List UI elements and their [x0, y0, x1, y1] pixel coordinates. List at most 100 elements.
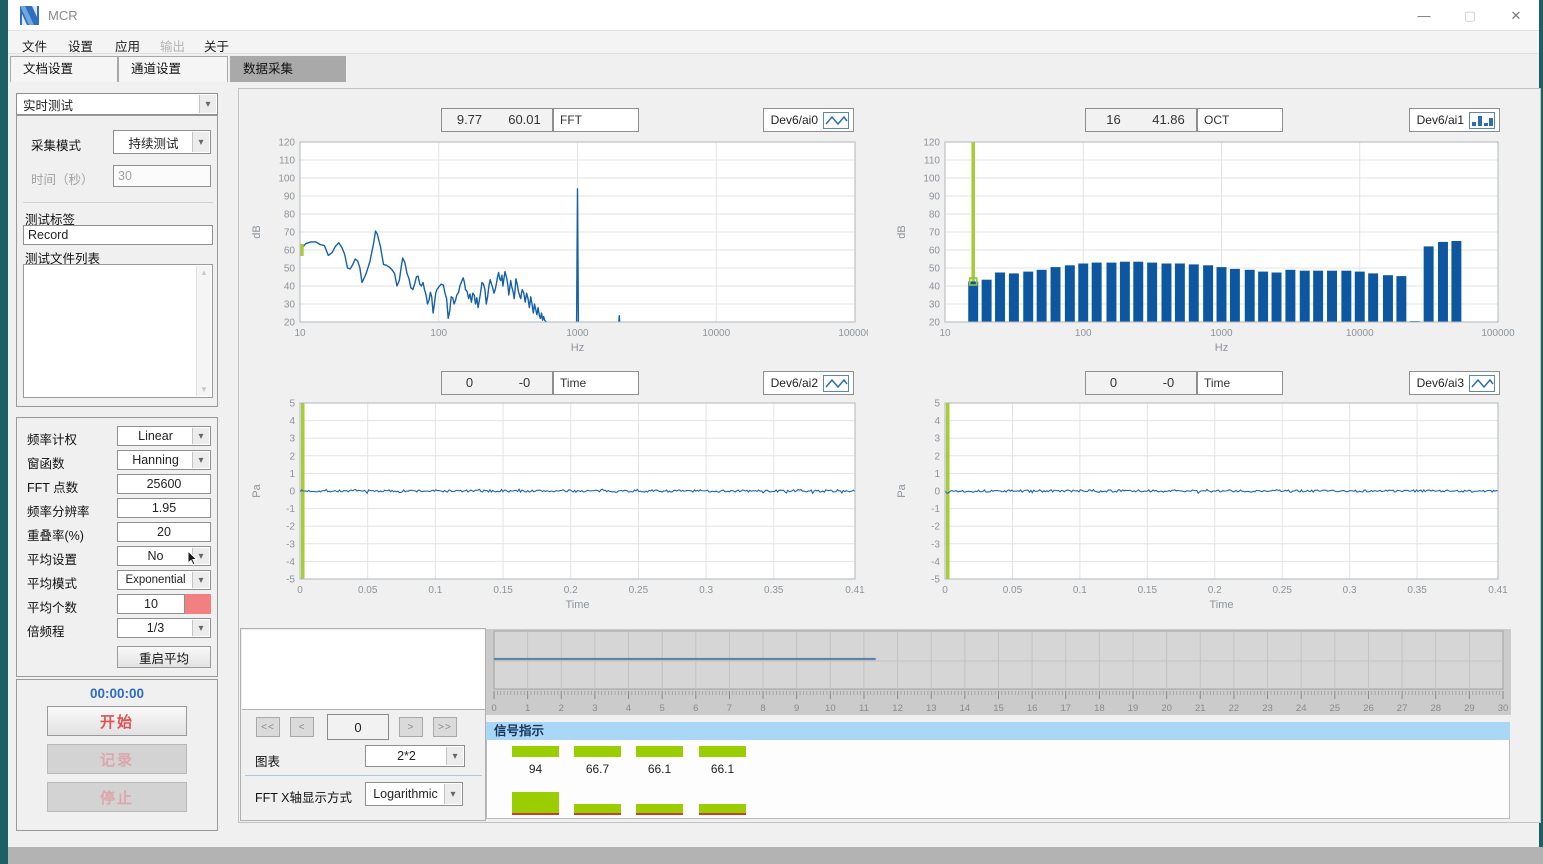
level-value: 94	[512, 762, 559, 776]
record-timeline[interactable]: 0123456789101112131415161718192021222324…	[486, 629, 1511, 715]
nav-prev-button[interactable]: <	[290, 717, 314, 737]
maximize-button[interactable]: ▢	[1447, 0, 1493, 31]
signal-indicator-body: 94 66.7 66.1 66.1	[486, 740, 1510, 819]
oct-cursor-readout: 16 41.86	[1085, 108, 1197, 132]
svg-text:11: 11	[859, 703, 869, 714]
svg-text:40: 40	[284, 282, 296, 293]
channel-label: Dev6/ai0	[771, 113, 818, 127]
tab-channel-settings[interactable]: 通道设置	[118, 56, 228, 82]
tab-data-acquisition[interactable]: 数据采集	[230, 56, 346, 82]
average-mode-select[interactable]: Exponential▾	[117, 570, 211, 590]
svg-text:30: 30	[929, 300, 941, 311]
channel-label: Dev6/ai1	[1417, 113, 1464, 127]
signal-meter-1: 94	[512, 740, 559, 818]
svg-text:70: 70	[284, 228, 296, 239]
nav-index-display[interactable]: 0	[327, 714, 389, 740]
restart-average-button[interactable]: 重启平均	[117, 646, 211, 668]
peak-bar	[574, 804, 621, 815]
svg-text:16: 16	[1027, 703, 1038, 714]
param-label: 窗函数	[27, 453, 65, 472]
fft-axis-mode-label: FFT X轴显示方式	[255, 787, 352, 806]
fft-points-input[interactable]: 25600	[117, 474, 211, 494]
line-icon	[1469, 375, 1495, 392]
tab-document-settings[interactable]: 文档设置	[10, 56, 118, 82]
svg-text:90: 90	[929, 192, 941, 203]
svg-text:3: 3	[934, 434, 940, 445]
nav-next-button[interactable]: >	[399, 717, 423, 737]
file-listbox[interactable]: ▲ ▼	[23, 264, 213, 398]
start-button[interactable]: 开始	[47, 706, 187, 736]
svg-text:0.41: 0.41	[1488, 585, 1508, 596]
oct-channel-box[interactable]: Dev6/ai1	[1409, 108, 1500, 132]
chevron-down-icon: ▾	[446, 747, 463, 765]
svg-text:6: 6	[693, 703, 698, 714]
svg-text:120: 120	[278, 138, 295, 149]
time-cursor-readout: 0 -0	[441, 371, 553, 395]
nav-last-button[interactable]: >>	[433, 717, 457, 737]
svg-text:4: 4	[626, 703, 631, 714]
preview-area	[242, 630, 485, 710]
test-mode-select[interactable]: 实时测试 ▾	[16, 93, 218, 115]
test-tag-input[interactable]: Record	[23, 225, 213, 245]
time-plot-ai2[interactable]: -5-4-3-2-101234500.050.10.150.20.250.30.…	[236, 399, 868, 613]
svg-text:110: 110	[924, 156, 940, 167]
nav-first-button[interactable]: <<	[256, 717, 280, 737]
fft-axis-mode-select[interactable]: Logarithmic▾	[365, 782, 463, 806]
svg-text:3: 3	[289, 434, 295, 445]
svg-text:0: 0	[491, 703, 496, 714]
close-button[interactable]: ✕	[1493, 0, 1539, 31]
oct-plot[interactable]: 2030405060708090100110120101001000100001…	[876, 136, 1532, 354]
time-type-box: Time	[1197, 371, 1283, 395]
time-cursor-readout: 0 -0	[1085, 371, 1197, 395]
scroll-up-icon[interactable]: ▲	[197, 268, 211, 277]
chart-layout-select[interactable]: 2*2▾	[365, 745, 465, 767]
level-value: 66.1	[699, 762, 746, 776]
level-bar	[574, 746, 621, 757]
svg-text:-5: -5	[931, 575, 940, 586]
average-count-input[interactable]: 10	[117, 594, 185, 614]
acq-mode-select[interactable]: 持续测试 ▾	[113, 130, 211, 154]
time-chart-panel-ai2: 0 -0 Time Dev6/ai2 -5-4-3-2-101234500.05…	[236, 355, 868, 617]
svg-text:1: 1	[934, 469, 940, 480]
svg-text:30: 30	[284, 300, 296, 311]
freq-weighting-select[interactable]: Linear▾	[117, 426, 211, 446]
time-channel-box-ai3[interactable]: Dev6/ai3	[1409, 371, 1500, 395]
svg-text:Hz: Hz	[571, 342, 584, 354]
fft-cursor-readout: 9.77 60.01	[441, 108, 553, 132]
svg-text:Pa: Pa	[251, 483, 263, 497]
elapsed-timer: 00:00:00	[17, 686, 217, 701]
svg-text:19: 19	[1128, 703, 1139, 714]
window-function-select[interactable]: Hanning▾	[117, 450, 211, 470]
time-chart-panel-ai3: 0 -0 Time Dev6/ai3 -5-4-3-2-101234500.05…	[876, 355, 1532, 617]
svg-text:100000: 100000	[1481, 328, 1515, 339]
svg-text:26: 26	[1363, 703, 1374, 714]
signal-meter-3: 66.1	[636, 740, 683, 818]
svg-text:100: 100	[278, 174, 295, 185]
svg-text:20: 20	[1161, 703, 1172, 714]
svg-text:100: 100	[1075, 328, 1092, 339]
svg-text:2: 2	[289, 451, 295, 462]
freq-resolution-input[interactable]: 1.95	[117, 498, 211, 518]
time-channel-box-ai2[interactable]: Dev6/ai2	[763, 371, 854, 395]
svg-text:120: 120	[923, 138, 940, 149]
level-value: 66.1	[636, 762, 683, 776]
minimize-button[interactable]: —	[1401, 0, 1447, 31]
fft-channel-box[interactable]: Dev6/ai0	[763, 108, 854, 132]
time-plot-ai3[interactable]: -5-4-3-2-101234500.050.10.150.20.250.30.…	[876, 399, 1532, 613]
svg-text:0.41: 0.41	[845, 585, 865, 596]
fft-plot[interactable]: 2030405060708090100110120101001000100001…	[236, 136, 868, 354]
svg-text:2: 2	[559, 703, 564, 714]
overlap-input[interactable]: 20	[117, 522, 211, 542]
svg-text:40: 40	[929, 282, 941, 293]
mcr-application: MCR — ▢ ✕ 文件 设置 应用 输出 关于 文档设置 通道设置 数据采集 …	[0, 0, 1543, 864]
svg-text:0.2: 0.2	[1208, 585, 1222, 596]
line-icon	[823, 375, 849, 392]
scrollbar[interactable]: ▲ ▼	[196, 266, 211, 396]
svg-text:18: 18	[1094, 703, 1105, 714]
svg-text:1000: 1000	[566, 328, 589, 339]
svg-text:23: 23	[1262, 703, 1273, 714]
scroll-down-icon[interactable]: ▼	[197, 385, 211, 394]
octave-select[interactable]: 1/3▾	[117, 618, 211, 638]
app-window: MCR — ▢ ✕ 文件 设置 应用 输出 关于 文档设置 通道设置 数据采集 …	[8, 0, 1539, 847]
svg-text:8: 8	[760, 703, 765, 714]
